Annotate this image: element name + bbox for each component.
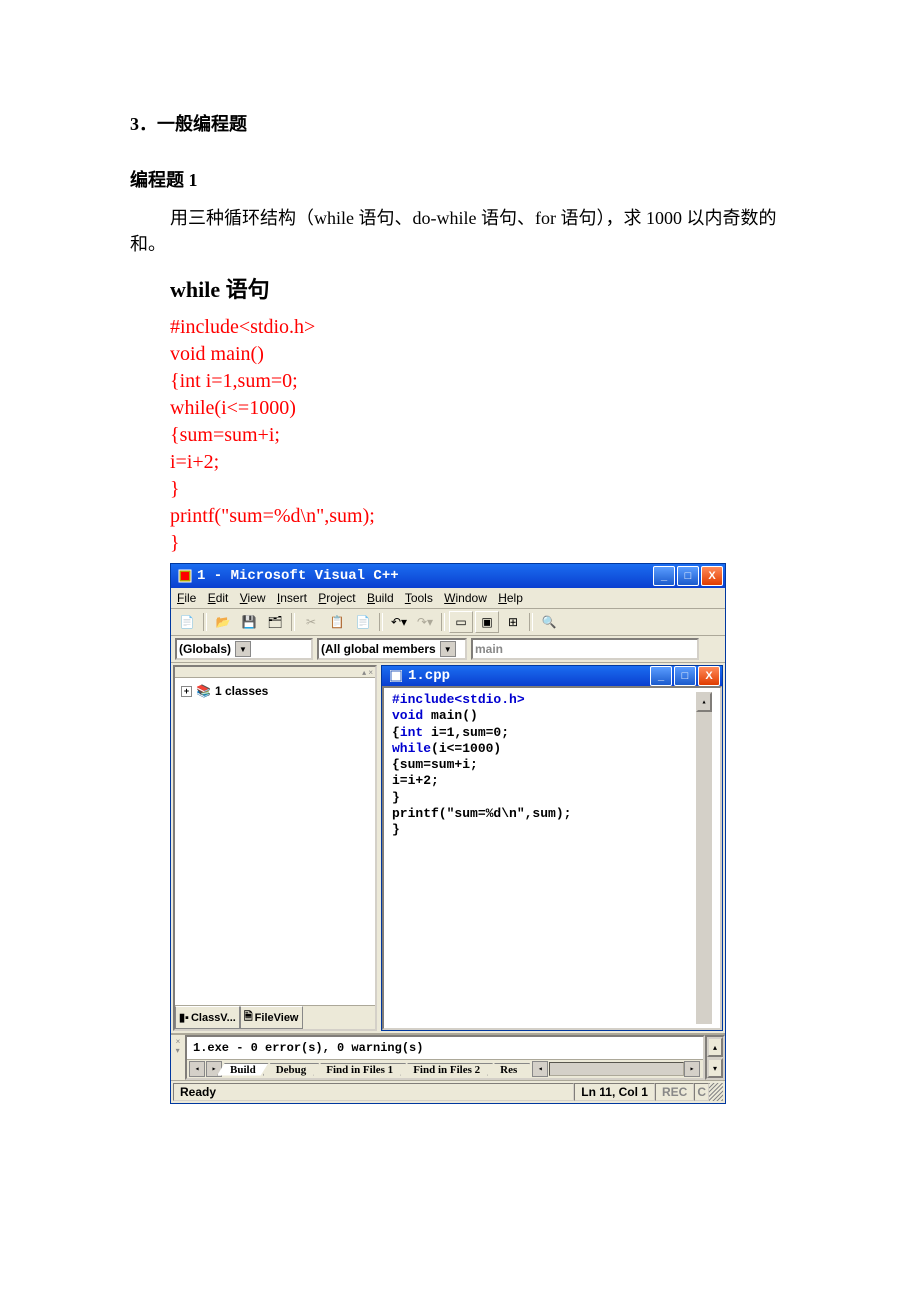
vc-title: 1 - Microsoft Visual C++	[197, 568, 653, 584]
cpp-file-icon	[388, 668, 404, 684]
menu-project[interactable]: Project	[318, 591, 355, 605]
cut-icon[interactable]: ✂	[299, 611, 323, 633]
problem-heading: 编程题 1	[130, 166, 790, 192]
build-output-text[interactable]: 1.exe - 0 error(s), 0 warning(s)	[187, 1037, 703, 1059]
wizard-bar: (Globals)▼ (All global members▼ main	[171, 636, 725, 663]
classview-icon: ▮▪	[179, 1011, 189, 1024]
tab-scroll-track[interactable]	[549, 1062, 684, 1076]
scroll-up-icon[interactable]: ▴	[696, 692, 712, 712]
scope-combo[interactable]: (Globals)▼	[175, 638, 313, 660]
expand-icon[interactable]: +	[181, 686, 192, 697]
workspace-icon[interactable]: ▭	[449, 611, 473, 633]
vc-titlebar[interactable]: 1 - Microsoft Visual C++ _ □ X	[171, 564, 725, 588]
tab-findfiles1[interactable]: Find in Files 1	[313, 1063, 406, 1076]
tab-results[interactable]: Res	[487, 1063, 530, 1076]
output-body: 1.exe - 0 error(s), 0 warning(s) ◂ ▸ Bui…	[185, 1035, 705, 1080]
editor-window: 1.cpp _ □ X #include<stdio.h> void main(…	[381, 665, 723, 1031]
save-icon[interactable]: 💾	[237, 611, 261, 633]
tab-scroll-left-icon[interactable]: ◂	[189, 1061, 205, 1077]
editor-area: 1.cpp _ □ X #include<stdio.h> void main(…	[379, 663, 725, 1033]
app-icon	[177, 568, 193, 584]
redo-icon[interactable]: ↷▾	[413, 611, 437, 633]
standard-toolbar: 📄 📂 💾 🗂 ✂ 📋 📄 ↶▾ ↷▾ ▭ ▣ ⊞ 🔍	[171, 609, 725, 636]
fileview-icon: 🗎	[244, 1008, 253, 1027]
editor-maximize-button[interactable]: □	[674, 666, 696, 686]
tab-fileview[interactable]: 🗎FileView	[240, 1006, 303, 1029]
tab-findfiles2[interactable]: Find in Files 2	[400, 1063, 493, 1076]
open-icon[interactable]: 📂	[211, 611, 235, 633]
output-panel: ×▾ 1.exe - 0 error(s), 0 warning(s) ◂ ▸ …	[171, 1033, 725, 1080]
tab-build[interactable]: Build	[217, 1063, 269, 1076]
class-tree[interactable]: + 📚 1 classes	[175, 678, 375, 1005]
status-ready: Ready	[173, 1083, 574, 1101]
status-position: Ln 11, Col 1	[574, 1083, 655, 1101]
output-handle[interactable]: ×▾	[171, 1035, 185, 1080]
menu-view[interactable]: View	[240, 591, 266, 605]
tree-root-label: 1 classes	[215, 684, 268, 698]
editor-minimize-button[interactable]: _	[650, 666, 672, 686]
tab-debug[interactable]: Debug	[263, 1063, 320, 1076]
maximize-button[interactable]: □	[677, 566, 699, 586]
menu-tools[interactable]: Tools	[405, 591, 433, 605]
menu-bar: File Edit View Insert Project Build Tool…	[171, 588, 725, 609]
tab-nav-right-icon[interactable]: ▸	[684, 1061, 700, 1077]
output-scrollbar[interactable]: ▴ ▾	[705, 1035, 725, 1080]
editor-title: 1.cpp	[408, 668, 650, 684]
editor-titlebar[interactable]: 1.cpp _ □ X	[382, 666, 722, 686]
status-rec: REC	[655, 1083, 694, 1101]
code-editor[interactable]: #include<stdio.h> void main() {int i=1,s…	[382, 686, 722, 1030]
function-combo[interactable]: main	[471, 638, 699, 660]
panel-handle[interactable]: ▴ ×	[175, 667, 375, 678]
save-all-icon[interactable]: 🗂	[263, 611, 287, 633]
menu-build[interactable]: Build	[367, 591, 394, 605]
editor-close-button[interactable]: X	[698, 666, 720, 686]
minimize-button[interactable]: _	[653, 566, 675, 586]
resize-grip-icon[interactable]	[709, 1083, 723, 1101]
class-icon: 📚	[196, 684, 211, 698]
status-bar: Ready Ln 11, Col 1 REC C	[171, 1080, 725, 1103]
tab-classview[interactable]: ▮▪ClassV...	[175, 1006, 240, 1029]
workspace-tabs: ▮▪ClassV... 🗎FileView	[175, 1005, 375, 1029]
status-col: C	[694, 1083, 709, 1101]
output-icon[interactable]: ▣	[475, 611, 499, 633]
section-heading: 3．一般编程题	[130, 110, 790, 136]
undo-icon[interactable]: ↶▾	[387, 611, 411, 633]
method-heading: while 语句	[170, 272, 790, 304]
output-tabs: ◂ ▸ Build Debug Find in Files 1 Find in …	[187, 1059, 703, 1078]
members-combo[interactable]: (All global members▼	[317, 638, 467, 660]
tab-nav-left-icon[interactable]: ◂	[532, 1061, 548, 1077]
paste-icon[interactable]: 📄	[351, 611, 375, 633]
close-button[interactable]: X	[701, 566, 723, 586]
window-list-icon[interactable]: ⊞	[501, 611, 525, 633]
menu-file[interactable]: File	[177, 591, 196, 605]
menu-help[interactable]: Help	[498, 591, 523, 605]
output-scroll-down-icon[interactable]: ▾	[707, 1058, 723, 1078]
editor-scrollbar[interactable]: ▴	[696, 692, 712, 1024]
find-icon[interactable]: 🔍	[537, 611, 561, 633]
problem-text: 用三种循环结构（while 语句、do-while 语句、for 语句），求 1…	[130, 204, 790, 256]
output-scroll-up-icon[interactable]: ▴	[707, 1037, 723, 1057]
copy-icon[interactable]: 📋	[325, 611, 349, 633]
workspace-panel: ▴ × + 📚 1 classes ▮▪ClassV... 🗎FileView	[173, 665, 377, 1031]
work-area: ▴ × + 📚 1 classes ▮▪ClassV... 🗎FileView	[171, 663, 725, 1033]
menu-insert[interactable]: Insert	[277, 591, 307, 605]
menu-edit[interactable]: Edit	[208, 591, 229, 605]
source-code-block: #include<stdio.h> void main() {int i=1,s…	[170, 314, 790, 557]
menu-window[interactable]: Window	[444, 591, 487, 605]
vc-window: 1 - Microsoft Visual C++ _ □ X File Edit…	[170, 563, 726, 1104]
tree-root-node[interactable]: + 📚 1 classes	[181, 684, 369, 698]
new-doc-icon[interactable]: 📄	[175, 611, 199, 633]
